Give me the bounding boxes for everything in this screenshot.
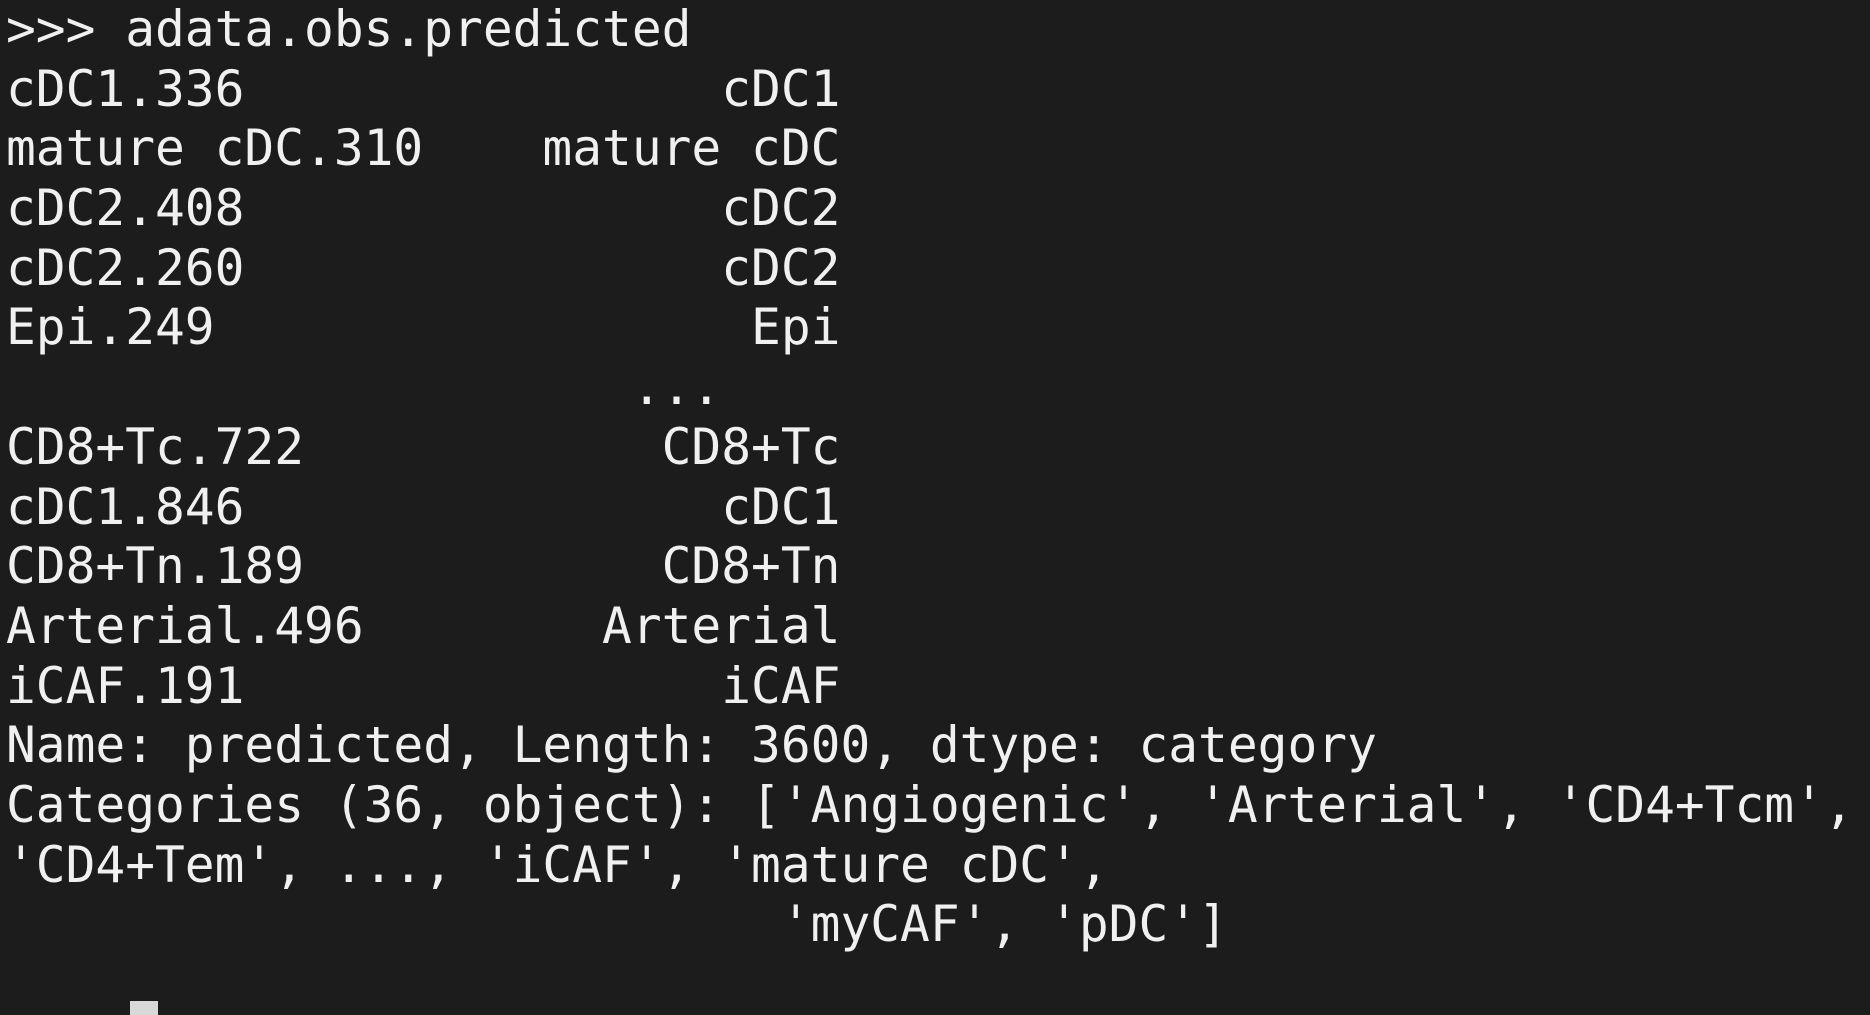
output-row: CD8+Tn.189 CD8+Tn <box>6 537 841 596</box>
output-row: mature cDC.310 mature cDC <box>6 119 841 178</box>
command-line: >>> adata.obs.predicted <box>6 0 692 58</box>
output-row: cDC1.336 cDC1 <box>6 59 841 118</box>
output-row: Arterial.496 Arterial <box>6 596 841 655</box>
output-row: CD8+Tc.722 CD8+Tc <box>6 417 841 476</box>
output-row: iCAF.191 iCAF <box>6 656 841 715</box>
text-cursor <box>130 1000 158 1015</box>
categories-line: 'CD4+Tem', ..., 'iCAF', 'mature cDC', <box>6 835 1109 894</box>
output-row: cDC1.846 cDC1 <box>6 477 841 536</box>
output-row: cDC2.408 cDC2 <box>6 179 841 238</box>
categories-line: Categories (36, object): ['Angiogenic', … <box>6 775 1854 834</box>
output-row: cDC2.260 cDC2 <box>6 238 841 297</box>
output-row: Epi.249 Epi <box>6 298 841 357</box>
terminal-window[interactable]: >>> adata.obs.predicted cDC1.336 cDC1 ma… <box>0 0 1870 1015</box>
categories-line: 'myCAF', 'pDC'] <box>6 895 1228 954</box>
series-summary: Name: predicted, Length: 3600, dtype: ca… <box>6 716 1377 775</box>
ellipsis-row: ... <box>6 358 722 417</box>
